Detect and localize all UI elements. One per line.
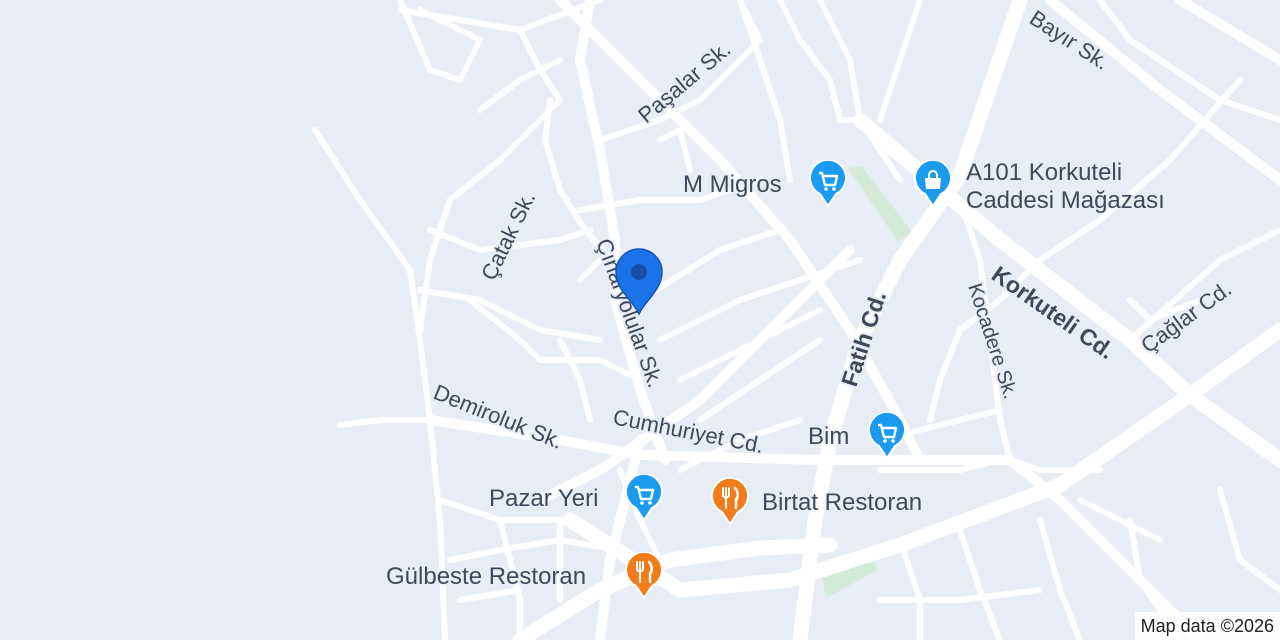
street-labels: Paşalar Sk. Bayır Sk. Çatak Sk. Çınaryol… <box>428 3 1238 460</box>
poi-marker-birtat-restoran[interactable] <box>710 476 750 526</box>
location-pin-icon <box>615 248 663 316</box>
shopping-bag-icon <box>914 158 952 208</box>
poi-marker-bim[interactable] <box>867 410 907 460</box>
poi-label-bim[interactable]: Bim <box>808 424 849 450</box>
shopping-cart-icon <box>809 158 847 208</box>
map-canvas[interactable]: Paşalar Sk. Bayır Sk. Çatak Sk. Çınaryol… <box>0 0 1280 640</box>
poi-label-birtat-restoran[interactable]: Birtat Restoran <box>762 490 922 516</box>
bayir-sk-road <box>1045 0 1280 185</box>
poi-label-a101-line1[interactable]: A101 Korkuteli <box>966 160 1122 186</box>
north-east-road <box>1175 0 1280 65</box>
poi-label-migros[interactable]: M Migros <box>683 172 782 198</box>
poi-marker-gulbeste-restoran[interactable] <box>624 550 664 600</box>
poi-label-pazar-yeri[interactable]: Pazar Yeri <box>489 486 598 512</box>
map-base-layer: Paşalar Sk. Bayır Sk. Çatak Sk. Çınaryol… <box>312 0 1280 640</box>
poi-marker-a101[interactable] <box>913 158 953 208</box>
shopping-cart-icon <box>625 472 663 522</box>
poi-marker-pazar-yeri[interactable] <box>624 472 664 522</box>
poi-label-a101-line2[interactable]: Caddesi Mağazası <box>966 188 1165 214</box>
park-area <box>848 166 912 242</box>
map-attribution[interactable]: Map data ©2026 <box>1134 612 1280 640</box>
demiroluk-sk-label: Demiroluk Sk. <box>430 379 566 453</box>
poi-marker-migros[interactable] <box>808 158 848 208</box>
location-marker[interactable] <box>612 246 666 316</box>
fatih-cd-label: Fatih Cd. <box>836 288 891 390</box>
restaurant-icon <box>711 476 749 526</box>
restaurant-icon <box>625 550 663 600</box>
poi-label-gulbeste-restoran[interactable]: Gülbeste Restoran <box>386 564 586 590</box>
shopping-cart-icon <box>868 410 906 460</box>
catak-sk-label: Çatak Sk. <box>476 188 540 285</box>
